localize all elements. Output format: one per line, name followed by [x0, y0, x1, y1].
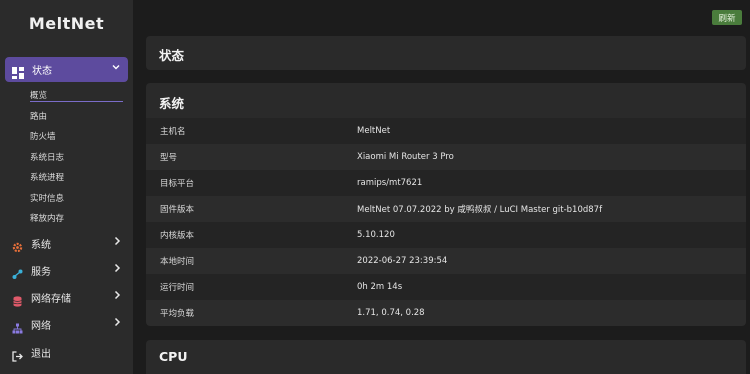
sidebar-item-label: 服务 [31, 266, 51, 278]
sidebar-subitem-realtime[interactable]: 实时信息 [30, 192, 64, 204]
page-title: 状态 [159, 48, 185, 63]
table-row: 运行时间 0h 2m 14s [146, 274, 746, 300]
row-key: 运行时间 [160, 283, 195, 293]
row-key: 目标平台 [160, 179, 195, 189]
sidebar-subitem-processes[interactable]: 系统进程 [30, 171, 64, 183]
chevron-right-icon [113, 317, 121, 330]
logo: MeltNet [28, 14, 105, 33]
row-value: 0h 2m 14s [357, 282, 403, 292]
system-card-header: 系统 [146, 83, 746, 119]
sidebar-item-label: 状态 [32, 66, 52, 77]
sidebar-item-label: 网络存储 [31, 293, 71, 305]
sidebar-item-label: 退出 [31, 348, 51, 360]
sidebar-item-services[interactable]: 服务 [12, 262, 128, 279]
row-key: 平均负载 [160, 309, 195, 319]
chevron-down-icon [112, 63, 120, 74]
row-value: 2022-06-27 23:39:54 [357, 256, 448, 266]
row-key: 内核版本 [160, 231, 195, 241]
cpu-card-title: CPU [159, 349, 188, 364]
gear-icon [12, 238, 23, 252]
table-row: 目标平台 ramips/mt7621 [146, 170, 746, 196]
sidebar-item-network[interactable]: 网络 [12, 316, 128, 333]
sidebar-item-logout[interactable]: 退出 [12, 344, 128, 362]
sidebar-item-label: 网络 [31, 320, 51, 332]
row-value: 1.71, 0.74, 0.28 [357, 308, 425, 318]
share-icon [12, 265, 23, 279]
logout-icon [12, 347, 23, 362]
row-value: MeltNet [357, 126, 391, 136]
row-value: 5.10.120 [357, 230, 395, 240]
table-row: 固件版本 MeltNet 07.07.2022 by 咸鸭叔叔 / LuCI M… [146, 196, 746, 222]
sidebar-subitem-free-memory[interactable]: 释放内存 [30, 212, 64, 224]
network-icon [12, 319, 23, 333]
active-indicator [30, 101, 123, 102]
row-key: 型号 [160, 153, 178, 163]
system-card-title: 系统 [159, 96, 185, 111]
sidebar-item-status[interactable]: 状态 [5, 57, 128, 82]
table-row: 型号 Xiaomi Mi Router 3 Pro [146, 144, 746, 170]
chevron-right-icon [113, 290, 121, 303]
row-key: 固件版本 [160, 205, 195, 215]
sidebar-subitem-routes[interactable]: 路由 [30, 110, 47, 122]
row-value: Xiaomi Mi Router 3 Pro [357, 152, 454, 162]
refresh-button[interactable]: 刷新 [712, 10, 742, 25]
row-value: MeltNet 07.07.2022 by 咸鸭叔叔 / LuCI Master… [357, 205, 603, 215]
table-row: 本地时间 2022-06-27 23:39:54 [146, 248, 746, 274]
chevron-right-icon [113, 236, 121, 249]
table-row: 平均负载 1.71, 0.74, 0.28 [146, 300, 746, 326]
sidebar-item-system[interactable]: 系统 [12, 235, 128, 252]
table-row: 内核版本 5.10.120 [146, 222, 746, 248]
row-value: ramips/mt7621 [357, 178, 423, 188]
sidebar-subitem-overview[interactable]: 概览 [30, 89, 47, 101]
page-title-card: 状态 [146, 36, 746, 70]
sidebar-subitem-syslog[interactable]: 系统日志 [30, 151, 64, 163]
sidebar: MeltNet 状态 概览 路由 防火墙 系统日志 系统进程 实时信息 释放内存… [0, 0, 133, 374]
dashboard-icon [12, 64, 24, 79]
sidebar-subitem-firewall[interactable]: 防火墙 [30, 130, 56, 142]
row-key: 本地时间 [160, 257, 195, 267]
row-key: 主机名 [160, 127, 186, 137]
chevron-right-icon [113, 263, 121, 276]
sidebar-item-nas[interactable]: 网络存储 [12, 289, 128, 307]
sidebar-item-label: 系统 [31, 239, 51, 251]
database-icon [12, 292, 23, 307]
table-row: 主机名 MeltNet [146, 118, 746, 144]
cpu-card-header: CPU [146, 340, 746, 374]
